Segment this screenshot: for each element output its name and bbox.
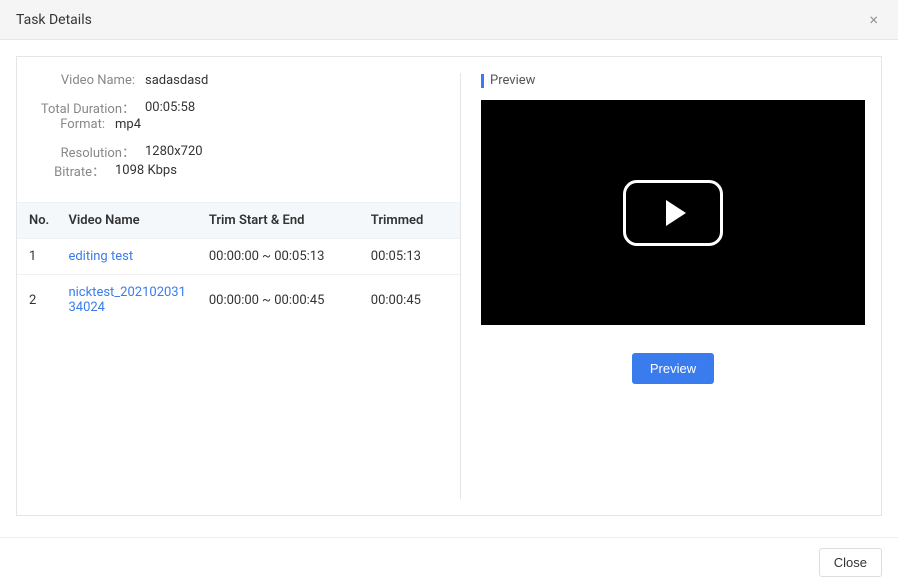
label-format: Format: <box>25 117 115 132</box>
label-video-name: Video Name: <box>25 73 145 88</box>
preview-actions: Preview <box>481 353 865 384</box>
value-total-duration: 00:05:58 <box>145 100 265 115</box>
cell-trimmed: 00:00:45 <box>363 275 460 326</box>
close-icon[interactable]: × <box>865 6 882 33</box>
cell-trim: 00:00:00 ~ 00:05:13 <box>201 239 363 275</box>
modal-header: Task Details × <box>0 0 898 40</box>
play-icon[interactable] <box>623 180 723 246</box>
col-trimmed: Trimmed <box>363 203 460 239</box>
modal-footer: Close <box>0 537 898 587</box>
table-header-row: No. Video Name Trim Start & End Trimmed <box>17 203 460 239</box>
preview-button[interactable]: Preview <box>632 353 714 384</box>
value-video-name: sadasdasd <box>145 73 265 88</box>
cell-trim: 00:00:00 ~ 00:00:45 <box>201 275 363 326</box>
play-triangle-icon <box>666 200 686 226</box>
label-resolution: Resolution： <box>25 142 145 161</box>
col-video-name: Video Name <box>60 203 200 239</box>
cell-trimmed: 00:05:13 <box>363 239 460 275</box>
preview-column: Preview Preview <box>461 57 881 515</box>
table-row: 1 editing test 00:00:00 ~ 00:05:13 00:05… <box>17 239 460 275</box>
cell-no: 1 <box>17 239 60 275</box>
cell-no: 2 <box>17 275 60 326</box>
preview-title: Preview <box>490 73 535 88</box>
video-link[interactable]: nicktest_20210203134024 <box>68 285 185 315</box>
preview-title-row: Preview <box>481 73 865 88</box>
label-bitrate: Bitrate： <box>25 161 115 180</box>
details-column: Video Name: sadasdasd Total Duration： 00… <box>17 57 460 515</box>
close-button[interactable]: Close <box>819 548 882 577</box>
value-bitrate: 1098 Kbps <box>115 163 235 178</box>
col-no: No. <box>17 203 60 239</box>
modal-body: Video Name: sadasdasd Total Duration： 00… <box>0 40 898 537</box>
table-row: 2 nicktest_20210203134024 00:00:00 ~ 00:… <box>17 275 460 326</box>
video-player[interactable] <box>481 100 865 325</box>
content-panel: Video Name: sadasdasd Total Duration： 00… <box>16 56 882 516</box>
accent-bar-icon <box>481 74 484 88</box>
value-format: mp4 <box>115 117 235 132</box>
video-table: No. Video Name Trim Start & End Trimmed … <box>17 202 460 325</box>
col-trim: Trim Start & End <box>201 203 363 239</box>
details-block: Video Name: sadasdasd Total Duration： 00… <box>17 57 460 202</box>
video-link[interactable]: editing test <box>68 249 133 264</box>
value-resolution: 1280x720 <box>145 144 265 159</box>
label-total-duration: Total Duration： <box>25 98 145 117</box>
modal-title: Task Details <box>16 12 92 28</box>
